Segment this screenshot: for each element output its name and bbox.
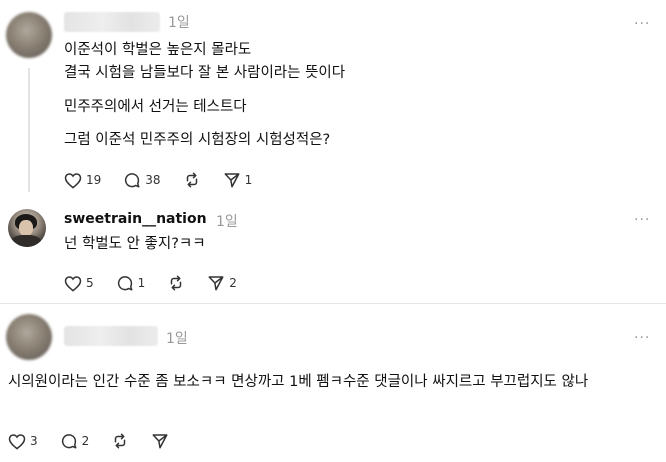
like-count: 3 (30, 434, 38, 448)
post-time: 1일 (168, 15, 190, 31)
share-count: 1 (244, 173, 253, 187)
thread-line (28, 68, 30, 192)
post-actions: 5 1 2 (64, 274, 259, 292)
comment-icon (61, 434, 77, 449)
reply-button[interactable]: 38 (123, 171, 161, 189)
post-actions: 19 38 1 (64, 171, 274, 189)
share-button[interactable]: 2 (207, 274, 237, 292)
send-icon (152, 434, 168, 449)
share-button[interactable] (151, 432, 169, 450)
reply-button[interactable]: 1 (116, 274, 146, 292)
avatar[interactable] (6, 12, 52, 58)
reply-count: 38 (145, 173, 161, 187)
repost-icon (115, 433, 126, 449)
post-text-line: 넌 학벌도 안 좋지?ㅋㅋ (64, 236, 206, 252)
share-count: 2 (229, 276, 237, 290)
post-actions: 3 2 (8, 432, 191, 450)
post-text-line: 이준석이 학벌은 높은지 몰라도 (64, 42, 252, 58)
avatar[interactable] (6, 314, 52, 360)
heart-icon (8, 433, 26, 450)
send-icon (208, 276, 224, 291)
more-options-button[interactable]: ··· (634, 16, 650, 32)
repost-icon (171, 275, 182, 291)
avatar[interactable] (8, 209, 46, 247)
heart-icon (64, 172, 82, 189)
repost-button[interactable] (183, 171, 201, 189)
repost-button[interactable] (111, 432, 129, 450)
post-text-line: 결국 시험을 남들보다 잘 본 사람이라는 뜻이다 (64, 65, 346, 81)
like-button[interactable]: 5 (64, 275, 94, 292)
like-button[interactable]: 19 (64, 172, 101, 189)
post-text: 시의원이라는 인간 수준 좀 보소ㅋㅋ 면상까고 1베 펨ㅋ수준 댓글이나 싸지… (8, 374, 589, 390)
more-options-button[interactable]: ··· (634, 330, 650, 346)
post-time: 1일 (166, 331, 188, 347)
like-button[interactable]: 3 (8, 433, 38, 450)
reply-count: 2 (81, 434, 90, 448)
post-text-line: 민주주의에서 선거는 테스트다 (64, 99, 247, 115)
comment-icon (117, 276, 133, 291)
username-redacted[interactable] (64, 12, 160, 32)
share-button[interactable]: 1 (223, 171, 253, 189)
reply-button[interactable]: 2 (60, 432, 90, 450)
divider (0, 303, 666, 304)
repost-icon (186, 172, 197, 188)
post-text-line: 그럼 이준석 민주주의 시험장의 시험성적은? (64, 132, 331, 148)
reply-count: 1 (137, 276, 146, 290)
like-count: 19 (86, 173, 102, 187)
heart-icon (64, 275, 82, 292)
more-options-button[interactable]: ··· (634, 212, 650, 228)
username[interactable]: sweetrain__nation (64, 211, 207, 227)
username-redacted[interactable] (64, 326, 158, 346)
repost-button[interactable] (167, 274, 185, 292)
comment-icon (125, 173, 140, 188)
like-count: 5 (86, 276, 94, 290)
send-icon (224, 173, 240, 188)
post-time: 1일 (216, 214, 238, 230)
